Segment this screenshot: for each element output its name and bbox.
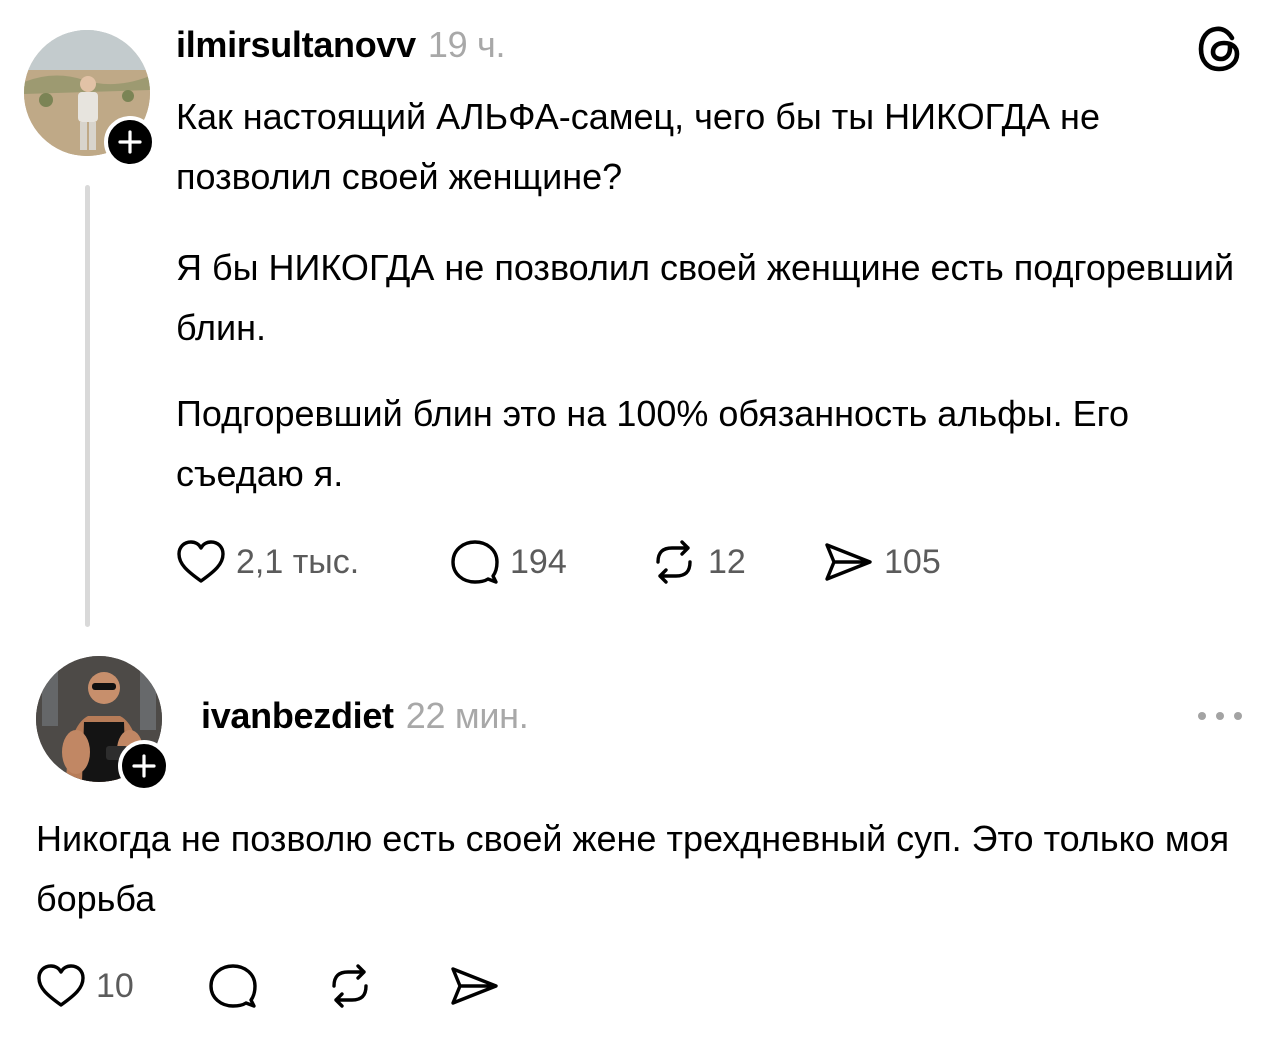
share-button[interactable]: 105 xyxy=(822,540,941,584)
share-count: 105 xyxy=(884,542,941,581)
post-time: 19 ч. xyxy=(427,24,506,65)
author-username[interactable]: ivanbezdiet xyxy=(201,695,394,736)
reply-button[interactable]: 194 xyxy=(450,538,650,586)
heart-icon xyxy=(177,540,225,583)
repost-icon xyxy=(656,540,692,584)
reply-actions: 10 xyxy=(36,962,500,1010)
reply-time: 22 мин. xyxy=(405,695,529,736)
original-post: ilmirsultanovv 19 ч. Как настоящий АЛЬФА-… xyxy=(0,0,1280,640)
post-actions: 2,1 тыс. 194 12 105 xyxy=(176,538,941,586)
comment-bubble-icon xyxy=(451,540,499,584)
like-count: 2,1 тыс. xyxy=(236,542,360,581)
thread-connector-line xyxy=(85,185,90,627)
heart-icon xyxy=(37,964,85,1007)
reply-text: Никогда не позволю есть своей жене трехд… xyxy=(36,818,1230,919)
plus-icon xyxy=(118,130,142,154)
plus-icon xyxy=(132,754,156,778)
post-paragraph: Подгоревший блин это на 100% обязанность… xyxy=(176,393,1129,494)
repost-icon xyxy=(332,964,368,1008)
author-username[interactable]: ilmirsultanovv xyxy=(176,24,416,65)
follow-button[interactable] xyxy=(104,116,156,168)
more-dots-icon[interactable] xyxy=(1196,706,1244,726)
post-paragraph: Как настоящий АЛЬФА-самец, чего бы ты НИ… xyxy=(176,96,1100,197)
post-paragraph: Я бы НИКОГДА не позволил своей женщине е… xyxy=(176,247,1235,348)
repost-button[interactable] xyxy=(326,962,448,1010)
reply-header: ivanbezdiet 22 мин. xyxy=(201,695,529,737)
send-icon xyxy=(451,967,498,1005)
reply-count: 194 xyxy=(510,542,567,581)
threads-logo-icon xyxy=(1198,26,1240,72)
like-button[interactable]: 10 xyxy=(36,963,208,1009)
repost-button[interactable]: 12 xyxy=(650,538,822,586)
like-count: 10 xyxy=(96,966,134,1005)
comment-bubble-icon xyxy=(209,964,257,1008)
send-icon xyxy=(825,543,872,581)
reply-button[interactable] xyxy=(208,962,326,1010)
like-button[interactable]: 2,1 тыс. xyxy=(176,539,450,585)
share-button[interactable] xyxy=(448,964,500,1008)
post-header: ilmirsultanovv 19 ч. xyxy=(176,24,505,66)
follow-button[interactable] xyxy=(118,740,170,792)
repost-count: 12 xyxy=(708,542,746,581)
